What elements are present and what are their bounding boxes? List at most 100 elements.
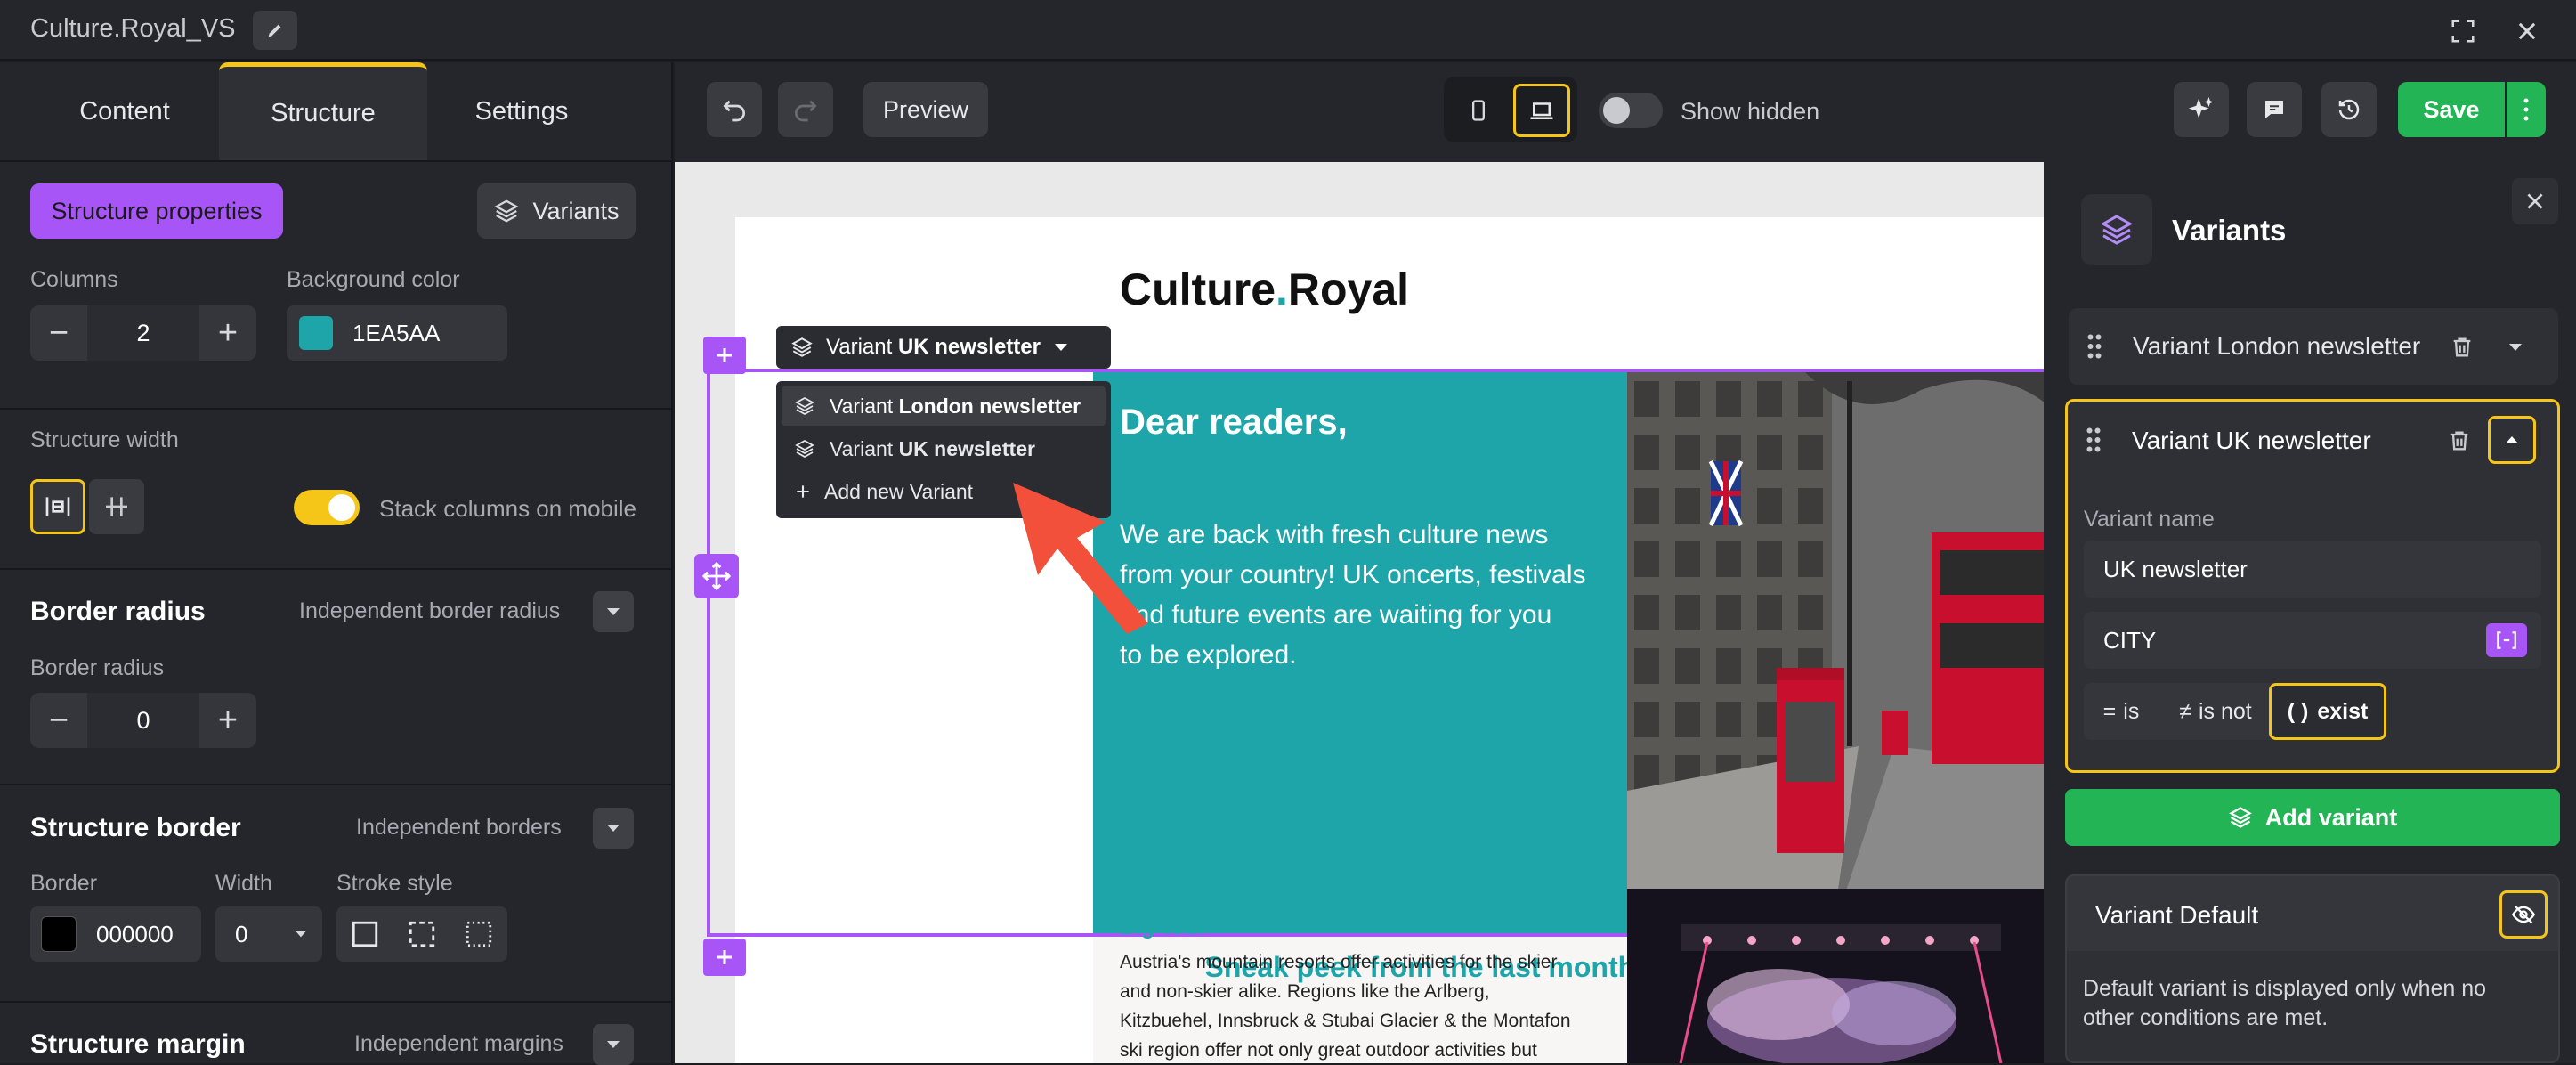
- phone-icon: [1466, 98, 1491, 123]
- close-variants-panel-button[interactable]: [2512, 178, 2558, 224]
- fixed-width-icon: [102, 492, 131, 521]
- stroke-dashed-button[interactable]: [393, 906, 450, 962]
- solid-stroke-icon: [350, 919, 380, 949]
- independent-margins-dropdown[interactable]: [593, 1024, 634, 1065]
- expand-variant-london-button[interactable]: [2496, 328, 2535, 367]
- border-radius-value[interactable]: 0: [87, 693, 199, 748]
- edit-title-button[interactable]: [253, 11, 297, 50]
- history-icon: [2336, 96, 2362, 123]
- collapse-variant-uk-button[interactable]: [2488, 416, 2536, 464]
- stroke-solid-button[interactable]: [336, 906, 393, 962]
- independent-borders-dropdown[interactable]: [593, 808, 634, 849]
- save-options-button[interactable]: [2507, 82, 2546, 137]
- background-color-swatch[interactable]: [299, 316, 333, 350]
- condition-field-value: CITY: [2103, 626, 2157, 654]
- variant-card-uk: Variant UK newsletter Variant name UK ne…: [2065, 399, 2560, 773]
- border-color-swatch[interactable]: [41, 916, 77, 952]
- columns-increment-button[interactable]: +: [199, 305, 256, 361]
- independent-radius-label: Independent border radius: [299, 598, 561, 623]
- content-heading[interactable]: Dear readers,: [1120, 402, 1348, 443]
- london-street-image[interactable]: [1627, 372, 2044, 933]
- variant-selector-chip[interactable]: Variant UK newsletter: [776, 326, 1111, 369]
- merge-tag-button[interactable]: [2486, 623, 2527, 657]
- full-width-button[interactable]: [30, 479, 85, 534]
- comments-button[interactable]: [2247, 82, 2302, 137]
- big-tour-title[interactable]: Big Tour: [1120, 915, 1206, 940]
- caret-down-icon: [605, 1039, 621, 1050]
- variant-name-label: Variant name: [2084, 507, 2215, 532]
- variant-chip-label: Variant UK newsletter: [826, 335, 1041, 359]
- add-structure-below-button[interactable]: [703, 939, 746, 976]
- variant-card-london[interactable]: Variant London newsletter: [2069, 308, 2558, 385]
- layers-icon: [794, 438, 815, 459]
- pencil-icon: [265, 20, 285, 40]
- close-icon: [2515, 19, 2540, 44]
- show-hidden-toggle[interactable]: [1599, 93, 1663, 128]
- fullscreen-button[interactable]: [2444, 12, 2482, 50]
- tab-content[interactable]: Content: [18, 62, 231, 160]
- comment-icon: [2261, 96, 2288, 123]
- operator-exist-button[interactable]: ( ) exist: [2269, 683, 2386, 740]
- operator-is-button[interactable]: = is: [2086, 685, 2157, 738]
- redo-button[interactable]: [778, 82, 833, 137]
- close-editor-button[interactable]: [2508, 12, 2546, 50]
- app-title: Culture.Royal_VS: [30, 14, 236, 43]
- variants-button-label: Variants: [532, 197, 620, 224]
- radius-increment-button[interactable]: +: [199, 693, 256, 748]
- variant-menu-item-london[interactable]: Variant London newsletter: [782, 386, 1106, 426]
- border-label: Border: [30, 871, 98, 896]
- border-width-select[interactable]: 0: [215, 906, 322, 962]
- stack-columns-toggle[interactable]: [294, 490, 360, 525]
- history-button[interactable]: [2321, 82, 2377, 137]
- fixed-width-button[interactable]: [89, 479, 144, 534]
- add-variant-button[interactable]: Add variant: [2065, 789, 2560, 846]
- delete-variant-london-button[interactable]: [2442, 328, 2482, 367]
- stroke-dotted-button[interactable]: [450, 906, 507, 962]
- radius-decrement-button[interactable]: −: [30, 693, 87, 748]
- divider: [0, 568, 671, 570]
- show-hidden-label: Show hidden: [1681, 98, 1820, 125]
- desktop-view-button[interactable]: [1513, 84, 1570, 137]
- add-structure-above-button[interactable]: [703, 337, 746, 374]
- move-structure-handle[interactable]: [694, 554, 739, 598]
- editor-toolbar: Preview Show hidden Save: [675, 62, 2576, 162]
- ai-assistant-button[interactable]: [2174, 82, 2229, 137]
- variant-london-label: Variant London newsletter: [2133, 332, 2421, 360]
- variants-button[interactable]: Variants: [477, 183, 636, 239]
- delete-variant-uk-button[interactable]: [2440, 421, 2479, 460]
- background-color-field[interactable]: 1EA5AA: [287, 305, 507, 361]
- toggle-default-visibility-button[interactable]: [2499, 890, 2548, 939]
- equals-icon: =: [2102, 698, 2117, 724]
- border-width-value: 0: [235, 920, 248, 947]
- close-icon: [2523, 190, 2547, 213]
- condition-field-select[interactable]: CITY: [2084, 612, 2541, 669]
- independent-margins-label: Independent margins: [354, 1031, 563, 1056]
- independent-borders-label: Independent borders: [356, 815, 562, 840]
- structure-properties-button[interactable]: Structure properties: [30, 183, 283, 239]
- save-button[interactable]: Save: [2398, 82, 2505, 137]
- layers-icon: [493, 198, 520, 224]
- border-color-field[interactable]: 000000: [30, 906, 201, 962]
- full-width-icon: [44, 492, 72, 521]
- mobile-view-button[interactable]: [1451, 84, 1506, 137]
- variant-name-input[interactable]: UK newsletter: [2084, 541, 2541, 598]
- drag-handle-icon[interactable]: [2086, 333, 2102, 360]
- divider: [0, 784, 671, 785]
- columns-decrement-button[interactable]: −: [30, 305, 87, 361]
- content-body[interactable]: We are back with fresh culture news from…: [1120, 515, 1586, 675]
- independent-radius-dropdown[interactable]: [593, 591, 634, 632]
- columns-value[interactable]: 2: [87, 305, 199, 361]
- layers-icon: [790, 336, 814, 359]
- default-variant-description: Default variant is displayed only when n…: [2083, 976, 2487, 1030]
- tab-structure[interactable]: Structure: [219, 62, 427, 160]
- layers-icon: [2099, 212, 2135, 248]
- variant-menu-item-uk[interactable]: Variant UK newsletter: [782, 429, 1106, 468]
- drag-handle-icon[interactable]: [2086, 427, 2102, 453]
- preview-button[interactable]: Preview: [863, 82, 988, 137]
- big-tour-text[interactable]: Austria's mountain resorts offer activit…: [1120, 947, 1571, 1065]
- concert-image[interactable]: [1627, 889, 2044, 1063]
- undo-button[interactable]: [707, 82, 762, 137]
- operator-is-not-button[interactable]: ≠ is not: [2160, 685, 2271, 738]
- tab-settings[interactable]: Settings: [415, 62, 628, 160]
- eye-off-icon: [2511, 905, 2536, 924]
